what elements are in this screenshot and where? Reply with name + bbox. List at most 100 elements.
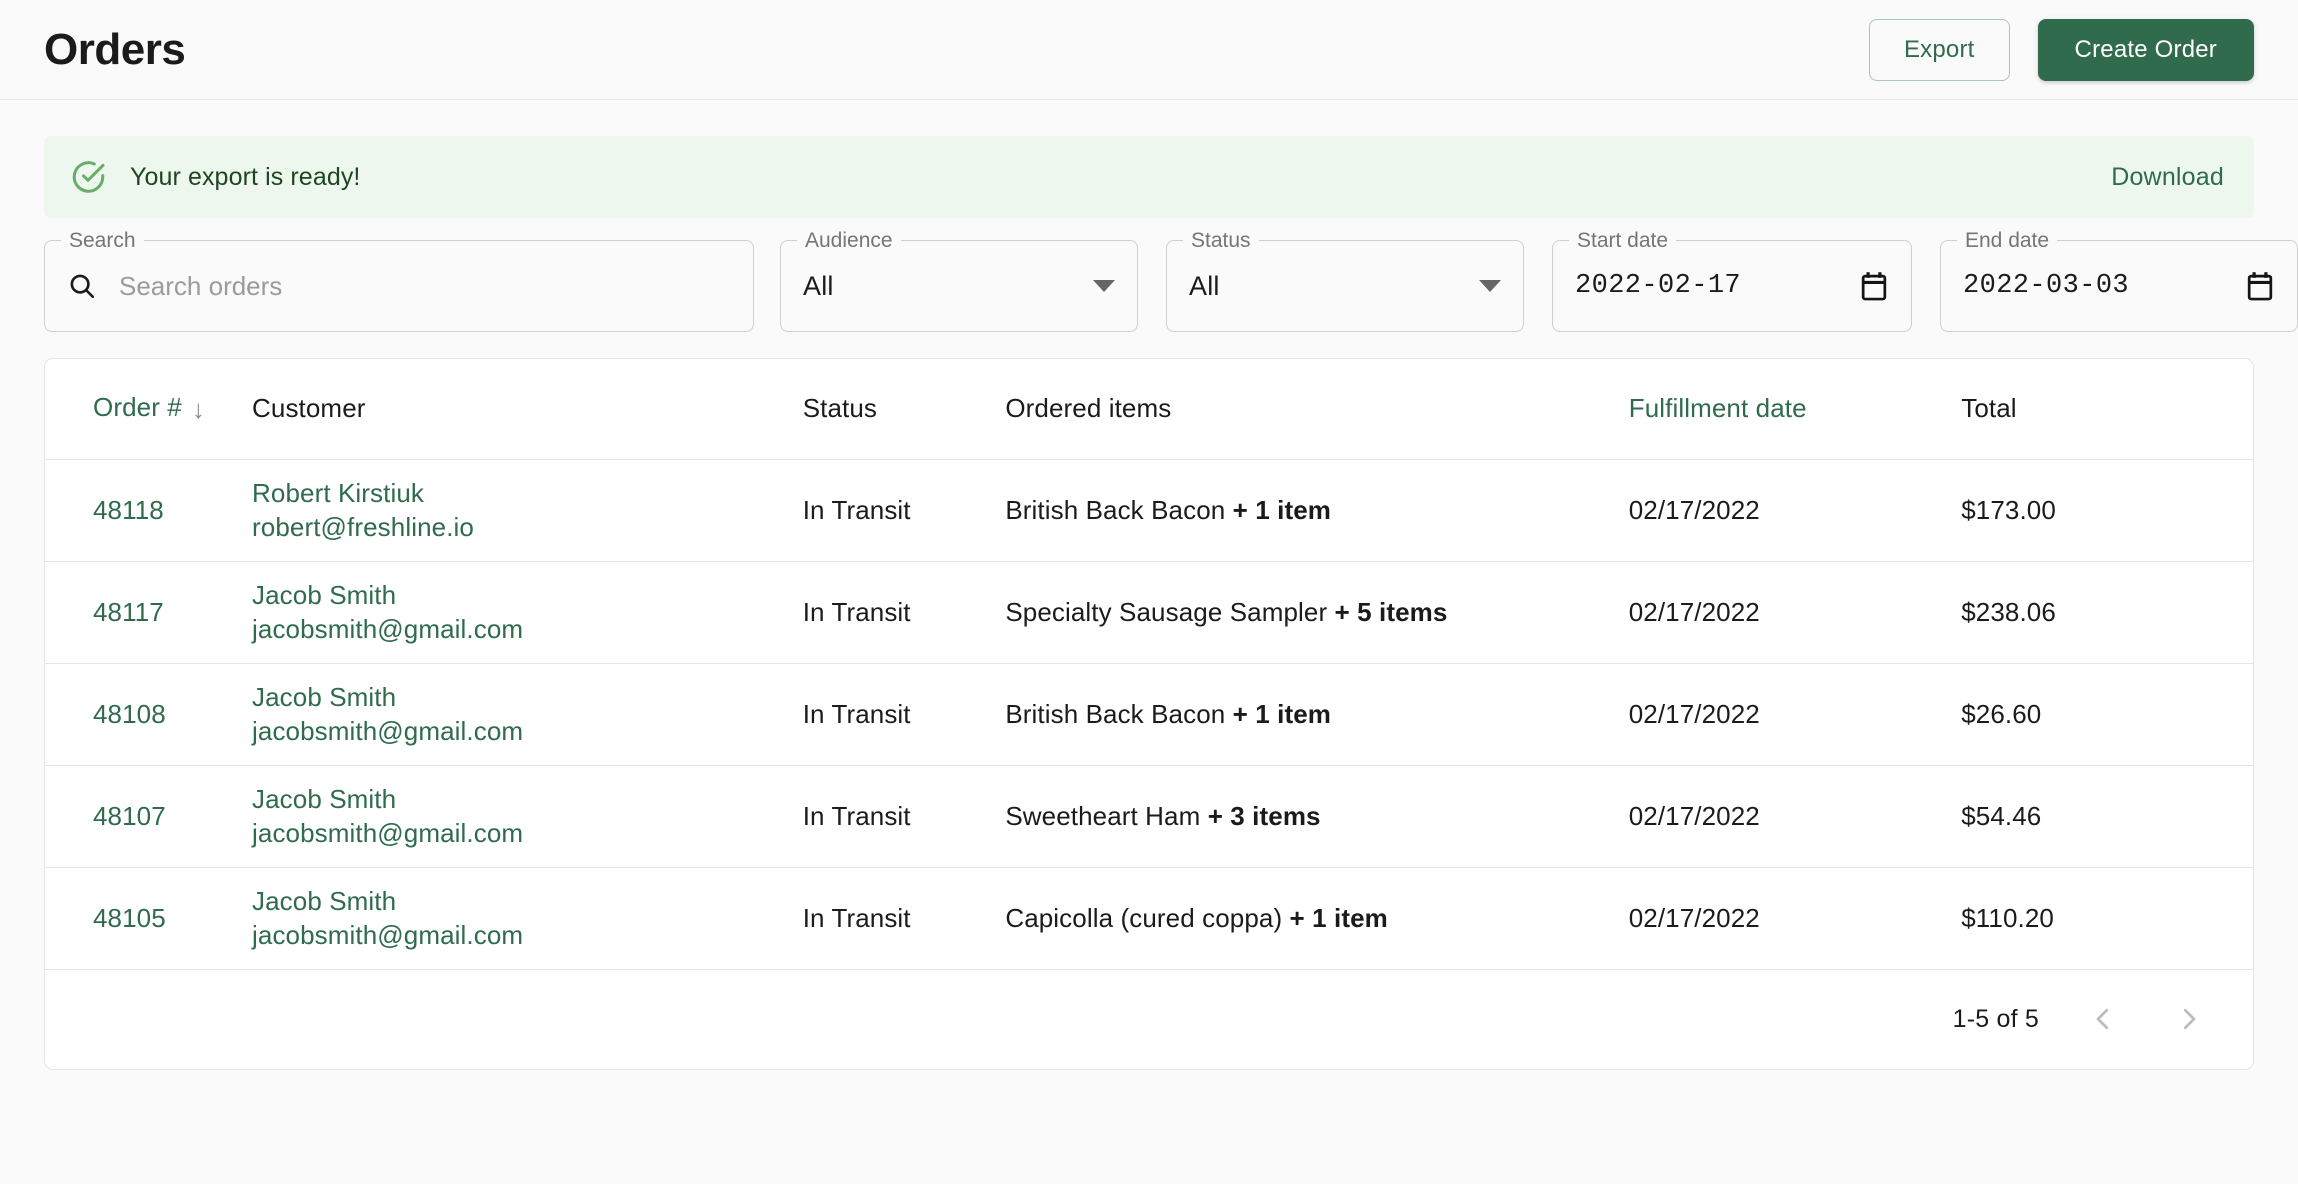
cell-fulfillment-date: 02/17/2022 [1608, 765, 1942, 868]
customer-email: jacobsmith@gmail.com [252, 920, 524, 950]
download-link[interactable]: Download [2111, 163, 2224, 192]
cell-total: $26.60 [1941, 663, 2253, 766]
cell-customer[interactable]: Robert Kirstiuk robert@freshline.io [232, 459, 783, 562]
search-icon [67, 271, 97, 301]
customer-name: Robert Kirstiuk [252, 477, 425, 508]
cell-status: In Transit [782, 459, 986, 562]
calendar-icon[interactable] [1859, 270, 1889, 302]
page-header: Orders Export Create Order [0, 0, 2298, 100]
start-date-value: 2022-02-17 [1575, 271, 1742, 301]
filters-bar: Search Audience All Status All Start dat… [0, 218, 2298, 332]
table-row[interactable]: 48105 Jacob Smith jacobsmith@gmail.com I… [45, 867, 2253, 970]
column-header-total[interactable]: Total [1941, 359, 2253, 460]
table-row[interactable]: 48107 Jacob Smith jacobsmith@gmail.com I… [45, 765, 2253, 868]
search-input[interactable] [119, 270, 731, 302]
pagination: 1-5 of 5 [65, 997, 2233, 1041]
table-body: 48118 Robert Kirstiuk robert@freshline.i… [45, 459, 2253, 970]
ordered-item-name: Specialty Sausage Sampler [1005, 596, 1328, 627]
cell-ordered-items: Sweetheart Ham + 3 items [985, 765, 1609, 868]
cell-ordered-items: British Back Bacon + 1 item [985, 459, 1609, 562]
sort-desc-icon: ↓ [191, 394, 205, 425]
column-header-fulfillment-date[interactable]: Fulfillment date [1608, 359, 1942, 460]
cell-ordered-items: British Back Bacon + 1 item [985, 663, 1609, 766]
pagination-cell: 1-5 of 5 [45, 969, 2253, 1069]
cell-status: In Transit [782, 663, 986, 766]
cell-total: $110.20 [1941, 867, 2253, 970]
export-button[interactable]: Export [1868, 18, 2010, 81]
cell-order-number[interactable]: 48108 [45, 663, 233, 766]
search-field[interactable]: Search [44, 230, 754, 332]
create-order-button[interactable]: Create Order [2037, 18, 2254, 81]
customer-name: Jacob Smith [252, 681, 397, 712]
start-date-field[interactable]: Start date 2022-02-17 [1552, 230, 1912, 332]
check-circle-icon [68, 157, 108, 197]
customer-email: robert@freshline.io [252, 512, 474, 542]
cell-customer[interactable]: Jacob Smith jacobsmith@gmail.com [232, 561, 783, 664]
orders-page: Orders Export Create Order Your export i… [0, 0, 2298, 1184]
cell-customer[interactable]: Jacob Smith jacobsmith@gmail.com [232, 765, 783, 868]
chevron-down-icon [1093, 280, 1115, 292]
next-page-button[interactable] [2167, 997, 2211, 1041]
column-header-ordered-items[interactable]: Ordered items [985, 359, 1609, 460]
chevron-down-icon [1479, 280, 1501, 292]
pagination-row: 1-5 of 5 [45, 969, 2253, 1069]
status-select[interactable]: Status All [1166, 230, 1524, 332]
cell-status: In Transit [782, 561, 986, 664]
ordered-items-count: + 5 items [1334, 596, 1448, 627]
previous-page-button[interactable] [2081, 997, 2125, 1041]
ordered-items-count: + 1 item [1232, 698, 1332, 729]
end-date-legend: End date [1957, 230, 2058, 251]
column-header-status[interactable]: Status [782, 359, 986, 460]
customer-name: Jacob Smith [252, 579, 397, 610]
page-title: Orders [44, 24, 186, 74]
customer-email: jacobsmith@gmail.com [252, 716, 524, 746]
status-legend: Status [1183, 230, 1259, 251]
cell-fulfillment-date: 02/17/2022 [1608, 561, 1942, 664]
table-row[interactable]: 48108 Jacob Smith jacobsmith@gmail.com I… [45, 663, 2253, 766]
cell-order-number[interactable]: 48118 [45, 459, 233, 562]
audience-value: All [803, 270, 834, 301]
ordered-item-name: British Back Bacon [1005, 698, 1226, 729]
table-head: Order # ↓ Customer Status Ordered items F… [45, 359, 2253, 460]
customer-name: Jacob Smith [252, 783, 397, 814]
customer-email: jacobsmith@gmail.com [252, 614, 524, 644]
cell-fulfillment-date: 02/17/2022 [1608, 663, 1942, 766]
table-row[interactable]: 48118 Robert Kirstiuk robert@freshline.i… [45, 459, 2253, 562]
customer-name: Jacob Smith [252, 885, 397, 916]
cell-ordered-items: Specialty Sausage Sampler + 5 items [985, 561, 1609, 664]
ordered-items-count: + 1 item [1289, 902, 1388, 933]
cell-total: $238.06 [1941, 561, 2253, 664]
cell-order-number[interactable]: 48107 [45, 765, 233, 868]
cell-fulfillment-date: 02/17/2022 [1608, 459, 1942, 562]
cell-status: In Transit [782, 867, 986, 970]
cell-total: $54.46 [1941, 765, 2253, 868]
orders-table-container: Order # ↓ Customer Status Ordered items F… [44, 358, 2254, 1070]
end-date-field[interactable]: End date 2022-03-03 [1940, 230, 2298, 332]
ordered-item-name: British Back Bacon [1005, 494, 1226, 525]
audience-legend: Audience [797, 230, 901, 251]
column-header-order[interactable]: Order # ↓ [45, 359, 233, 460]
calendar-icon[interactable] [2245, 270, 2275, 302]
cell-customer[interactable]: Jacob Smith jacobsmith@gmail.com [232, 663, 783, 766]
end-date-value: 2022-03-03 [1963, 271, 2130, 301]
cell-status: In Transit [782, 765, 986, 868]
cell-customer[interactable]: Jacob Smith jacobsmith@gmail.com [232, 867, 783, 970]
table-row[interactable]: 48117 Jacob Smith jacobsmith@gmail.com I… [45, 561, 2253, 664]
customer-email: jacobsmith@gmail.com [252, 818, 524, 848]
cell-order-number[interactable]: 48105 [45, 867, 233, 970]
column-header-order-label: Order # [93, 392, 182, 423]
export-ready-alert: Your export is ready! Download [44, 136, 2254, 218]
orders-table: Order # ↓ Customer Status Ordered items F… [45, 359, 2253, 1069]
ordered-item-name: Capicolla (cured coppa) [1005, 902, 1283, 933]
cell-order-number[interactable]: 48117 [45, 561, 233, 664]
pagination-label: 1-5 of 5 [1952, 1004, 2039, 1033]
column-header-customer[interactable]: Customer [232, 359, 783, 460]
ordered-item-name: Sweetheart Ham [1005, 800, 1201, 831]
alert-message: Your export is ready! [130, 162, 361, 191]
ordered-items-count: + 1 item [1232, 494, 1332, 525]
audience-select[interactable]: Audience All [780, 230, 1138, 332]
start-date-legend: Start date [1569, 230, 1677, 251]
cell-fulfillment-date: 02/17/2022 [1608, 867, 1942, 970]
table-header-row: Order # ↓ Customer Status Ordered items F… [45, 359, 2253, 460]
table-foot: 1-5 of 5 [45, 969, 2253, 1069]
